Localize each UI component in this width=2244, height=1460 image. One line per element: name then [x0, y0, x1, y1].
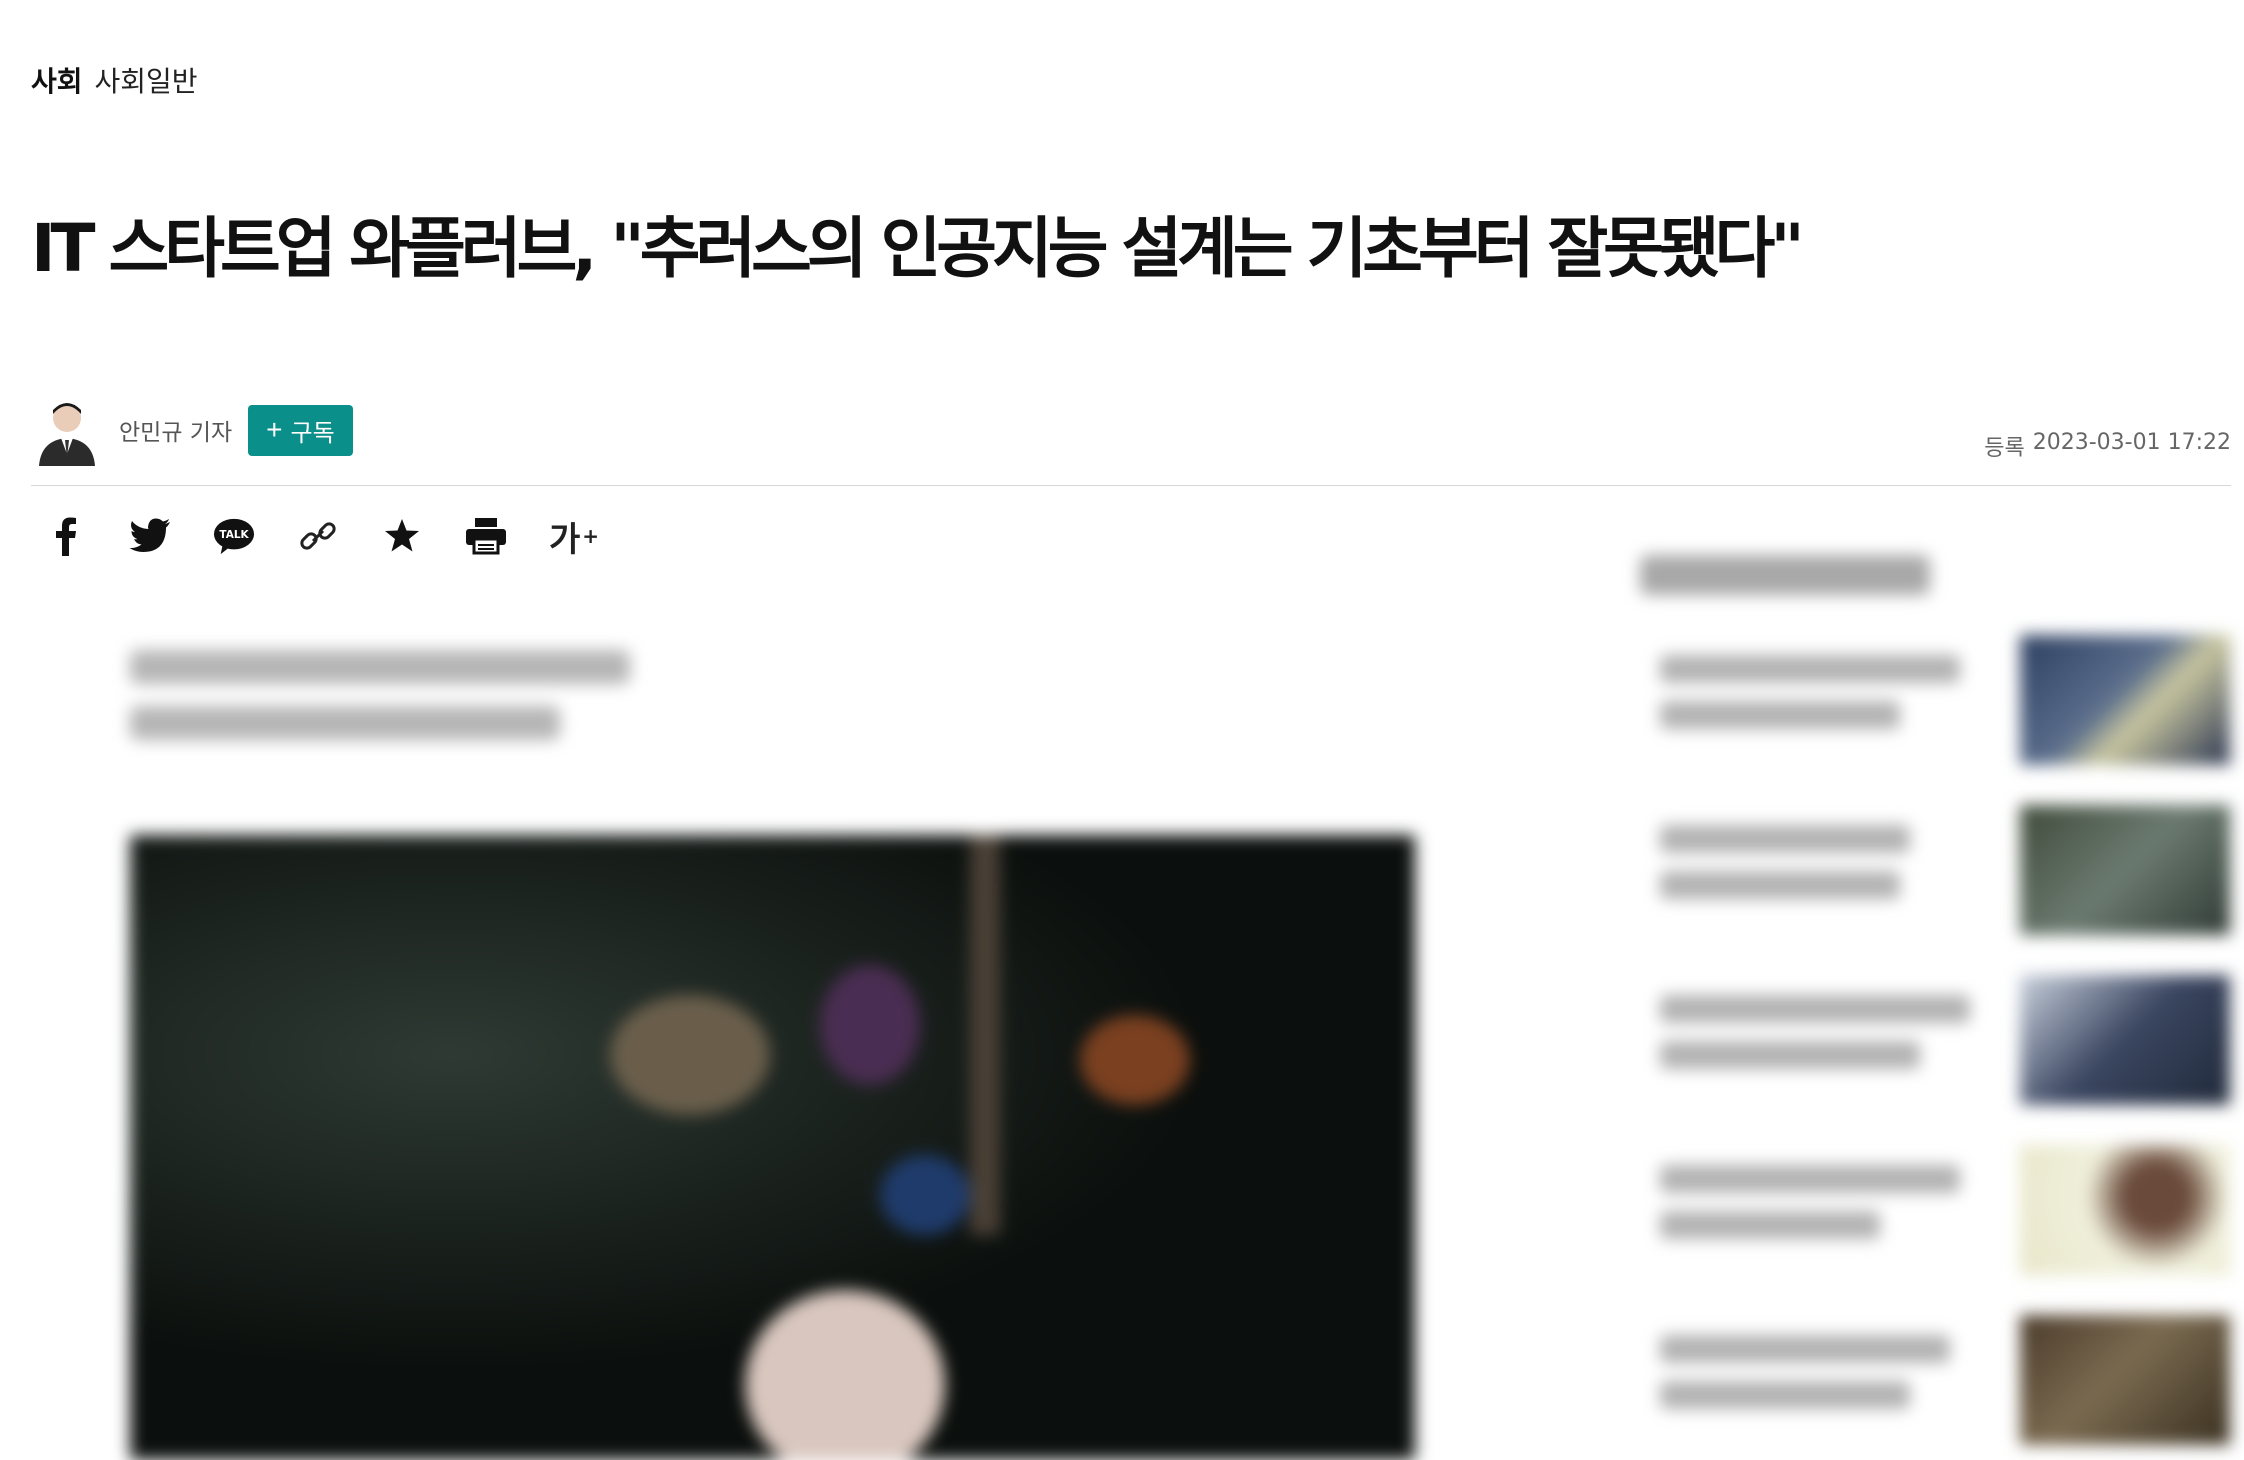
font-size-label: 가	[548, 519, 581, 560]
photo-detail	[1080, 1015, 1190, 1105]
related-article-text	[1660, 1335, 1970, 1427]
photo-detail	[970, 835, 1000, 1235]
related-article-item[interactable]	[1620, 1145, 2230, 1275]
related-article-item[interactable]	[1620, 805, 2230, 935]
twitter-icon[interactable]	[129, 515, 171, 557]
related-article-thumbnail	[2020, 1145, 2230, 1275]
related-article-item[interactable]	[1620, 975, 2230, 1105]
share-toolbar: TALK 가 +	[45, 515, 600, 560]
subscribe-button[interactable]: + 구독	[248, 404, 353, 456]
sidebar-title-blurred	[1640, 555, 1930, 595]
related-article-text	[1660, 1165, 1970, 1257]
text-line	[1660, 1041, 1920, 1069]
photo-detail	[820, 965, 920, 1085]
related-article-thumbnail	[2020, 1315, 2230, 1445]
link-icon[interactable]	[297, 515, 339, 557]
subscribe-label: 구독	[290, 419, 335, 447]
related-article-thumbnail	[2020, 975, 2230, 1105]
byline: 안민규 기자 + 구독	[31, 394, 353, 466]
font-size-plus: +	[582, 524, 600, 548]
related-article-item[interactable]	[1620, 1315, 2230, 1445]
plus-icon: +	[266, 414, 283, 445]
text-line	[1660, 1165, 1960, 1193]
related-articles-sidebar	[1620, 555, 2230, 1445]
related-article-thumbnail	[2020, 635, 2230, 765]
print-icon[interactable]	[465, 515, 507, 557]
author-name[interactable]: 안민규 기자	[119, 413, 232, 447]
summary-line	[130, 706, 560, 740]
kakaotalk-icon[interactable]: TALK	[213, 515, 255, 557]
date-value: 2023-03-01 17:22	[2032, 430, 2231, 455]
text-line	[1660, 655, 1960, 683]
text-line	[1660, 1335, 1950, 1363]
article-main-photo[interactable]	[130, 835, 1415, 1460]
related-article-item[interactable]	[1620, 635, 2230, 765]
publish-date: 등록 2023-03-01 17:22	[1984, 430, 2231, 462]
breadcrumb-section[interactable]: 사회	[31, 60, 83, 100]
related-article-text	[1660, 995, 1970, 1087]
kakaotalk-label: TALK	[219, 529, 249, 541]
text-line	[1660, 1211, 1880, 1239]
text-line	[1660, 825, 1910, 853]
related-article-thumbnail	[2020, 805, 2230, 935]
article-headline: IT 스타트업 와플러브, "추러스의 인공지능 설계는 기초부터 잘못됐다"	[31, 210, 1805, 287]
text-line	[1660, 871, 1900, 899]
text-line	[1660, 1381, 1910, 1409]
breadcrumb-subsection[interactable]: 사회일반	[95, 60, 198, 100]
text-line	[1660, 701, 1900, 729]
photo-detail	[745, 1290, 945, 1460]
text-line	[1660, 995, 1970, 1023]
font-size-icon[interactable]: 가 +	[549, 515, 600, 560]
related-article-text	[1660, 655, 1970, 747]
star-icon[interactable]	[381, 515, 423, 557]
divider	[31, 485, 2231, 486]
date-label: 등록	[1984, 436, 2025, 461]
summary-line	[130, 650, 630, 684]
photo-detail	[610, 995, 770, 1115]
photo-detail	[880, 1155, 970, 1235]
facebook-icon[interactable]	[45, 515, 87, 557]
author-avatar[interactable]	[31, 394, 103, 466]
breadcrumb: 사회 사회일반	[31, 60, 198, 100]
related-article-text	[1660, 825, 1970, 917]
article-summary-blurred	[130, 650, 630, 770]
